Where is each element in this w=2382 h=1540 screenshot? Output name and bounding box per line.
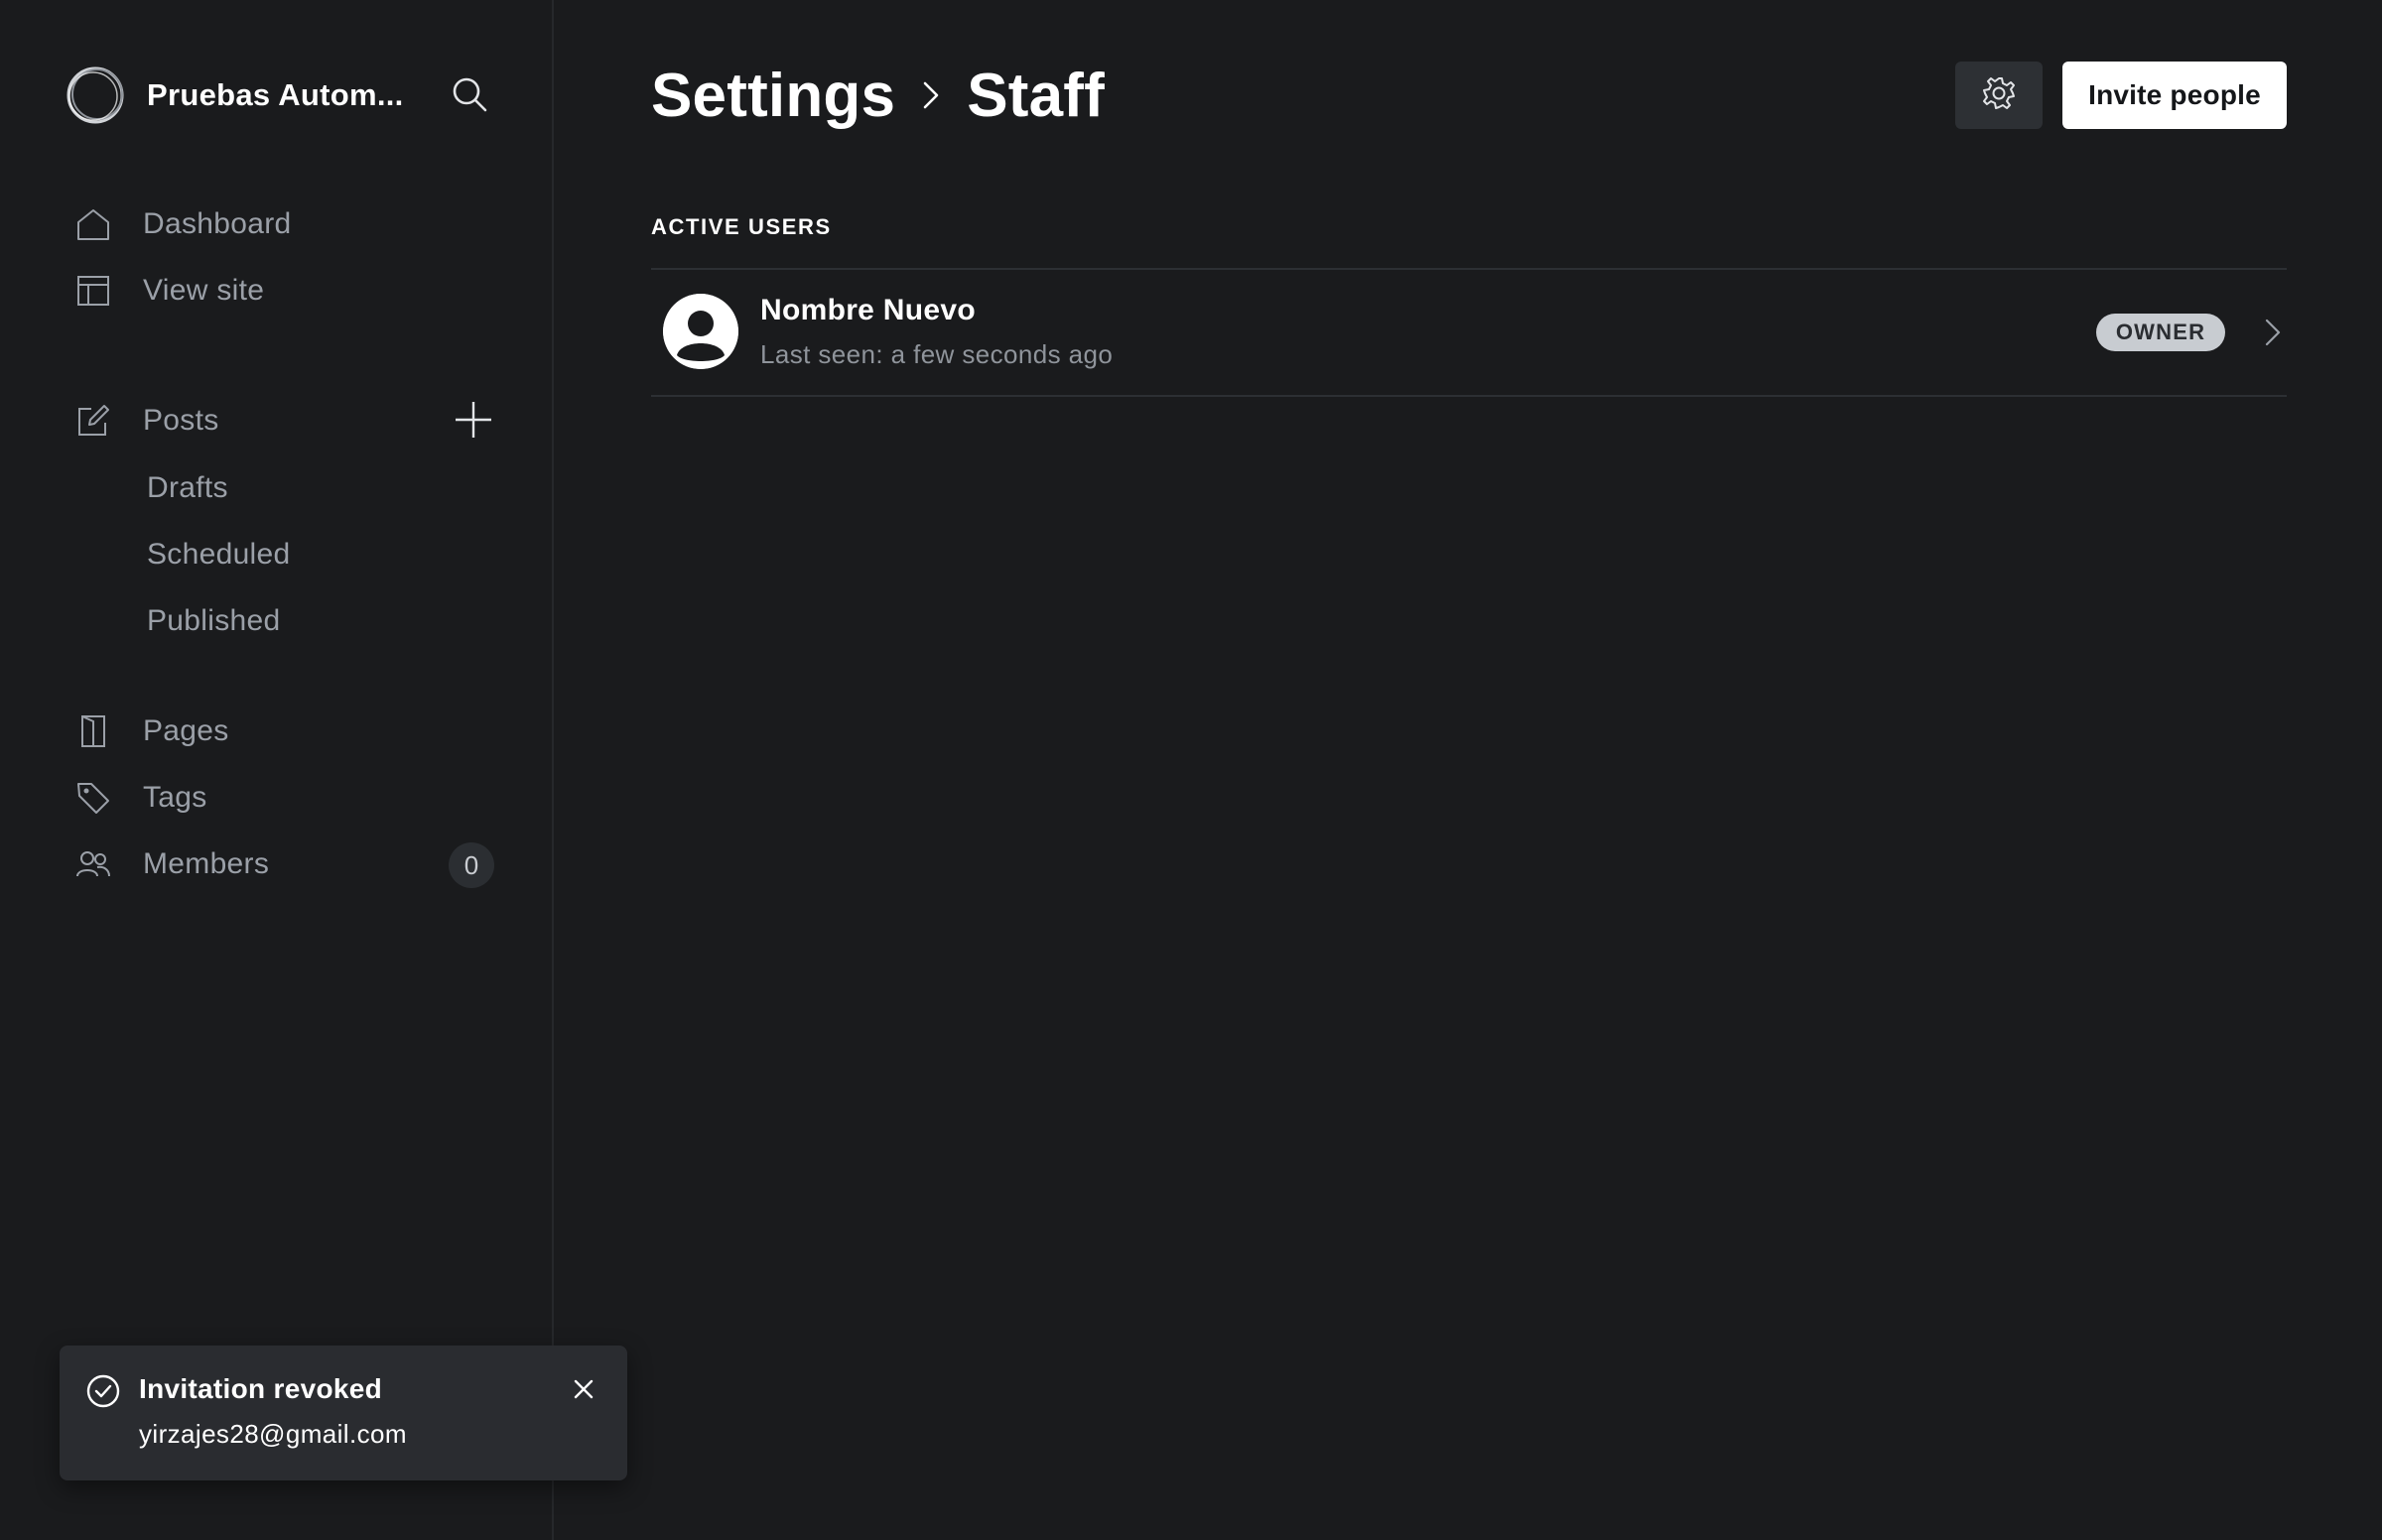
toast-title: Invitation revoked <box>139 1373 383 1404</box>
edit-icon <box>71 399 115 443</box>
close-icon <box>573 1378 595 1405</box>
search-icon <box>450 74 489 119</box>
sidebar-item-view-site[interactable]: View site <box>71 263 508 319</box>
sidebar-item-drafts[interactable]: Drafts <box>147 462 228 514</box>
sidebar-item-label: View site <box>143 274 265 307</box>
site-name: Pruebas Autom... <box>147 77 404 112</box>
layout-icon <box>71 269 115 313</box>
plus-icon <box>454 400 493 445</box>
search-button[interactable] <box>445 71 494 121</box>
sidebar-item-members[interactable]: Members <box>71 836 429 892</box>
divider <box>651 395 2287 397</box>
user-row[interactable]: Nombre Nuevo Last seen: a few seconds ag… <box>651 270 2287 395</box>
sidebar-item-pages[interactable]: Pages <box>71 704 508 759</box>
add-post-button[interactable] <box>449 397 498 447</box>
sidebar-item-label: Scheduled <box>147 538 291 571</box>
sidebar-item-dashboard[interactable]: Dashboard <box>71 196 508 252</box>
settings-button[interactable] <box>1955 62 2043 129</box>
invite-people-button[interactable]: Invite people <box>2062 62 2287 129</box>
breadcrumb-settings[interactable]: Settings <box>651 61 895 131</box>
breadcrumb: Settings Staff <box>651 56 1105 135</box>
sidebar-item-posts[interactable]: Posts <box>71 393 429 449</box>
check-circle-icon <box>85 1373 121 1409</box>
gear-icon <box>1981 75 2017 116</box>
sidebar: Pruebas Autom... Dashboard View site Pos… <box>0 0 554 1540</box>
brand-ring-icon <box>64 64 127 127</box>
role-badge: OWNER <box>2096 314 2225 351</box>
sidebar-item-label: Published <box>147 604 281 637</box>
main-content: Settings Staff Invite people ACTIVE USER… <box>554 0 2382 1540</box>
sidebar-item-label: Pages <box>143 714 229 747</box>
breadcrumb-staff: Staff <box>967 61 1105 130</box>
toast-close-button[interactable] <box>564 1371 603 1411</box>
chevron-right-icon <box>895 56 967 135</box>
site-brand[interactable]: Pruebas Autom... <box>64 62 500 129</box>
user-last-seen: Last seen: a few seconds ago <box>760 339 1114 369</box>
active-users-heading: ACTIVE USERS <box>651 214 832 239</box>
notification-toast: Invitation revoked yirzajes28@gmail.com <box>60 1346 627 1480</box>
app-window: Pruebas Autom... Dashboard View site Pos… <box>0 0 2382 1540</box>
tag-icon <box>71 776 115 820</box>
toast-message: yirzajes28@gmail.com <box>139 1419 407 1449</box>
sidebar-item-scheduled[interactable]: Scheduled <box>147 529 290 580</box>
chevron-right-icon <box>2253 312 2293 353</box>
avatar <box>663 294 738 369</box>
sidebar-item-tags[interactable]: Tags <box>71 770 508 826</box>
page-icon <box>71 709 115 753</box>
sidebar-item-published[interactable]: Published <box>147 595 280 647</box>
sidebar-item-label: Tags <box>143 781 207 814</box>
members-icon <box>71 842 115 886</box>
home-icon <box>71 202 115 246</box>
sidebar-item-label: Drafts <box>147 471 228 504</box>
sidebar-item-label: Dashboard <box>143 207 292 240</box>
sidebar-item-label: Members <box>143 847 270 880</box>
sidebar-item-label: Posts <box>143 404 219 437</box>
members-count-badge: 0 <box>449 842 494 888</box>
user-name: Nombre Nuevo <box>760 294 976 326</box>
